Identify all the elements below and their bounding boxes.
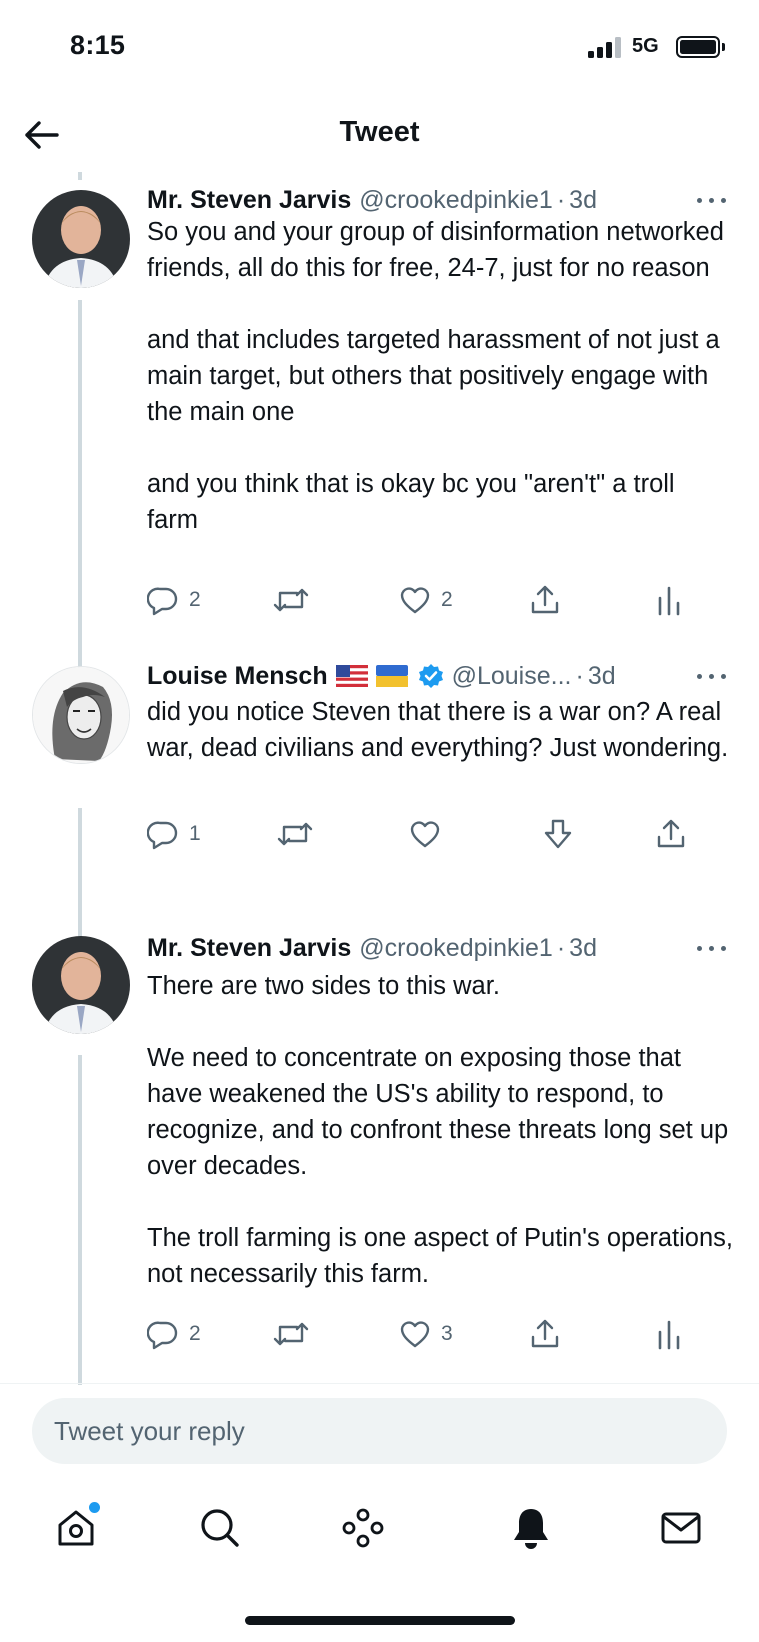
ukraine-flag-icon xyxy=(375,665,408,687)
like-count: 2 xyxy=(441,588,453,611)
tab-messages[interactable] xyxy=(651,1498,711,1558)
battery-cap xyxy=(722,43,725,51)
cellular-signal-icon xyxy=(588,36,622,58)
spaces-icon xyxy=(342,1508,384,1548)
thread-connector xyxy=(78,172,82,180)
heart-icon xyxy=(410,821,440,848)
more-options-icon[interactable] xyxy=(695,938,729,958)
tweet-header: Louise Mensch @Louise... · 3d xyxy=(147,658,729,694)
avatar[interactable] xyxy=(32,190,130,288)
timestamp: 3d xyxy=(587,661,616,690)
analytics-button[interactable] xyxy=(655,580,683,620)
share-icon xyxy=(657,819,685,848)
reply-count: 2 xyxy=(189,588,201,611)
messages-envelope-icon xyxy=(661,1512,701,1544)
retweet-button[interactable] xyxy=(277,814,313,854)
status-time: 8:15 xyxy=(70,30,126,60)
downvote-button[interactable] xyxy=(543,814,573,854)
tweet-actions: 2 3 xyxy=(147,1314,727,1354)
bottom-tab-bar xyxy=(0,1478,759,1578)
like-count: 3 xyxy=(441,1322,453,1345)
tweet[interactable]: Mr. Steven Jarvis @crookedpinkie1 · 3d S… xyxy=(0,180,759,670)
verified-badge-icon xyxy=(418,664,443,688)
reply-count: 1 xyxy=(189,822,201,845)
header: Tweet xyxy=(0,100,759,174)
reply-count: 2 xyxy=(189,1322,201,1345)
tweet-header: Mr. Steven Jarvis @crookedpinkie1 · 3d xyxy=(147,182,729,218)
tab-spaces[interactable] xyxy=(333,1498,393,1558)
tweet-text: So you and your group of disinformation … xyxy=(147,218,724,534)
reply-placeholder: Tweet your reply xyxy=(54,1415,245,1446)
author-name[interactable]: Louise Mensch xyxy=(147,662,328,691)
like-button[interactable]: 2 xyxy=(399,580,453,620)
downvote-arrow-icon xyxy=(544,819,572,849)
share-button[interactable] xyxy=(529,580,561,620)
reply-input[interactable]: Tweet your reply xyxy=(32,1398,727,1464)
avatar[interactable] xyxy=(32,666,130,764)
reply-button[interactable]: 2 xyxy=(147,580,201,620)
analytics-button[interactable] xyxy=(655,1314,683,1354)
timestamp: 3d xyxy=(569,185,597,214)
more-options-icon[interactable] xyxy=(695,666,729,686)
author-name[interactable]: Mr. Steven Jarvis xyxy=(147,934,351,963)
tweet[interactable]: Mr. Steven Jarvis @crookedpinkie1 · 3d T… xyxy=(0,900,759,1370)
notification-dot xyxy=(89,1502,100,1513)
us-flag-icon xyxy=(335,665,368,687)
page-title: Tweet xyxy=(339,116,420,148)
status-bar: 8:15 5G xyxy=(0,0,759,100)
separator: · xyxy=(575,661,584,690)
tweet-actions: 2 2 xyxy=(147,580,727,620)
reply-icon xyxy=(147,821,178,850)
battery-icon xyxy=(676,36,720,58)
like-button[interactable]: 3 xyxy=(399,1314,453,1354)
tab-search[interactable] xyxy=(190,1498,250,1558)
tweet[interactable]: Louise Mensch @Louise... · 3d did you no… xyxy=(0,660,759,890)
reply-button[interactable]: 1 xyxy=(147,814,201,854)
retweet-button[interactable] xyxy=(273,1314,309,1354)
analytics-icon xyxy=(658,586,680,616)
timestamp: 3d xyxy=(569,933,597,962)
home-icon xyxy=(58,1510,94,1546)
author-handle[interactable]: @Louise... xyxy=(452,662,572,691)
tweet-header: Mr. Steven Jarvis @crookedpinkie1 · 3d xyxy=(147,930,729,966)
retweet-icon xyxy=(277,822,313,846)
share-icon xyxy=(531,585,559,614)
share-icon xyxy=(531,1319,559,1348)
share-button[interactable] xyxy=(529,1314,561,1354)
author-handle[interactable]: @crookedpinkie1 xyxy=(359,934,553,963)
heart-icon xyxy=(400,587,430,614)
separator: · xyxy=(556,933,566,962)
author-name[interactable]: Mr. Steven Jarvis xyxy=(147,186,351,215)
retweet-icon xyxy=(273,588,309,612)
reply-icon xyxy=(147,587,178,616)
tweet-text: There are two sides to this war. We need… xyxy=(147,972,734,1288)
separator: · xyxy=(556,185,566,214)
search-icon xyxy=(201,1509,239,1547)
tweet-actions: 1 xyxy=(147,814,727,854)
network-type-label: 5G xyxy=(632,35,659,57)
analytics-icon xyxy=(658,1320,680,1350)
heart-icon xyxy=(400,1321,430,1348)
reply-divider xyxy=(0,1383,759,1384)
reply-icon xyxy=(147,1321,178,1350)
more-options-icon[interactable] xyxy=(695,190,729,210)
notifications-bell-icon xyxy=(514,1509,548,1549)
retweet-button[interactable] xyxy=(273,580,309,620)
home-indicator xyxy=(245,1616,515,1625)
share-button[interactable] xyxy=(655,814,687,854)
author-handle[interactable]: @crookedpinkie1 xyxy=(359,186,553,215)
tab-notifications[interactable] xyxy=(501,1498,561,1558)
tab-home[interactable] xyxy=(46,1498,106,1558)
retweet-icon xyxy=(273,1322,309,1346)
avatar[interactable] xyxy=(32,936,130,1034)
reply-button[interactable]: 2 xyxy=(147,1314,201,1354)
like-button[interactable] xyxy=(409,814,441,854)
tweet-text: did you notice Steven that there is a wa… xyxy=(147,698,729,762)
